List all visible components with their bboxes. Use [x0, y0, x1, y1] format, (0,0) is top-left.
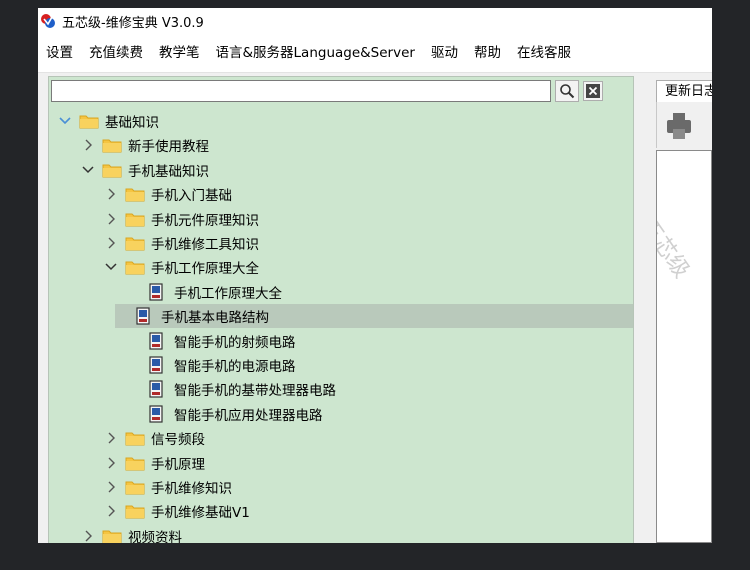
tree-item-label: 手机原理	[151, 457, 205, 473]
tree-item-folder[interactable]: 手机维修基础V1	[49, 499, 633, 523]
chevron-right-icon[interactable]	[82, 529, 94, 543]
folder-icon	[125, 211, 145, 227]
tree-item-folder[interactable]: 视频资料	[49, 524, 633, 543]
tree-item-label: 手机维修基础V1	[151, 505, 250, 521]
chevron-right-icon[interactable]	[105, 480, 117, 494]
tree-item-folder[interactable]: 手机工作原理大全	[49, 255, 633, 279]
tree-item-label: 信号频段	[151, 432, 205, 448]
folder-icon	[102, 162, 122, 178]
chevron-right-icon[interactable]	[105, 456, 117, 470]
document-icon	[148, 405, 168, 423]
chevron-right-icon[interactable]	[105, 431, 117, 445]
chevron-down-icon[interactable]	[59, 114, 71, 128]
content-toolbar	[656, 102, 712, 148]
folder-icon	[125, 259, 145, 275]
tree-item-label: 手机入门基础	[151, 188, 232, 204]
folder-icon	[125, 479, 145, 495]
search-row	[51, 80, 631, 104]
tree-item-folder[interactable]: 新手使用教程	[49, 133, 633, 157]
tree-item-folder[interactable]: 手机基础知识	[49, 158, 633, 182]
folder-icon	[125, 235, 145, 251]
tree-item-document[interactable]: 手机基本电路结构	[115, 304, 633, 328]
chevron-right-icon[interactable]	[105, 212, 117, 226]
tree-item-label: 手机基础知识	[128, 164, 209, 180]
chevron-right-icon[interactable]	[105, 504, 117, 518]
chevron-down-icon[interactable]	[105, 260, 117, 274]
tree-item-label: 手机基本电路结构	[161, 310, 269, 326]
folder-icon	[102, 528, 122, 543]
tree-item-document[interactable]: 智能手机应用处理器电路	[49, 402, 633, 426]
tree-item-label: 手机工作原理大全	[151, 261, 259, 277]
tree-item-label: 智能手机的电源电路	[174, 359, 296, 375]
tree-item-label: 智能手机应用处理器电路	[174, 408, 323, 424]
menu-item-6[interactable]: 在线客服	[509, 34, 579, 72]
menu-item-4[interactable]: 驱动	[423, 34, 466, 72]
title-bar: 五芯级-维修宝典 V3.0.9	[38, 8, 712, 34]
tree-item-folder[interactable]: 手机原理	[49, 451, 633, 475]
menu-item-0[interactable]: 设置	[38, 34, 81, 72]
folder-icon	[125, 455, 145, 471]
tree-item-label: 新手使用教程	[128, 139, 209, 155]
tree-item-folder[interactable]: 手机维修工具知识	[49, 231, 633, 255]
menu-item-5[interactable]: 帮助	[466, 34, 509, 72]
tree-item-folder[interactable]: 手机维修知识	[49, 475, 633, 499]
search-input[interactable]	[51, 80, 551, 102]
app-window: 五芯级-维修宝典 V3.0.9 设置 充值续费 教学笔 语言&服务器Language&…	[38, 8, 712, 543]
magnifier-icon	[560, 84, 575, 99]
chevron-down-icon[interactable]	[82, 163, 94, 177]
knowledge-tree: 基础知识 新手使用教程 手机基础知识 手机入门基础 手机元件原理知识 手机维修工具知识 手机…	[49, 109, 633, 543]
menu-item-1[interactable]: 充值续费	[81, 34, 151, 72]
tab-changelog[interactable]: 更新日志	[656, 80, 712, 102]
document-icon	[148, 332, 168, 350]
app-logo-icon	[40, 13, 56, 29]
tree-item-folder[interactable]: 信号频段	[49, 426, 633, 450]
tree-item-label: 基础知识	[105, 115, 159, 131]
folder-icon	[125, 430, 145, 446]
tree-item-document[interactable]: 智能手机的电源电路	[49, 353, 633, 377]
document-icon	[148, 380, 168, 398]
menu-bar: 设置 充值续费 教学笔 语言&服务器Language&Server 驱动 帮助 在线客服	[38, 34, 712, 73]
tree-item-label: 视频资料	[128, 530, 182, 543]
print-button[interactable]	[663, 110, 695, 142]
tree-item-label: 手机工作原理大全	[174, 286, 282, 302]
document-icon	[148, 356, 168, 374]
menu-item-2[interactable]: 教学笔	[151, 34, 208, 72]
print-icon	[667, 113, 691, 139]
document-icon	[135, 307, 155, 325]
chevron-right-icon[interactable]	[105, 236, 117, 250]
folder-icon	[102, 137, 122, 153]
tree-item-folder[interactable]: 手机元件原理知识	[49, 207, 633, 231]
knowledge-tree-panel: 基础知识 新手使用教程 手机基础知识 手机入门基础 手机元件原理知识 手机维修工具知识 手机…	[48, 76, 634, 543]
content-panel: 更新日志 五芯级	[656, 76, 712, 543]
tree-item-folder[interactable]: 手机入门基础	[49, 182, 633, 206]
tree-item-label: 智能手机的基带处理器电路	[174, 383, 336, 399]
menu-item-3[interactable]: 语言&服务器Language&Server	[208, 34, 423, 72]
chevron-right-icon[interactable]	[82, 138, 94, 152]
tree-item-label: 手机维修知识	[151, 481, 232, 497]
tree-item-document[interactable]: 手机工作原理大全	[49, 280, 633, 304]
folder-icon	[125, 186, 145, 202]
document-icon	[148, 283, 168, 301]
close-x-icon	[586, 84, 600, 98]
tree-item-folder[interactable]: 基础知识	[49, 109, 633, 133]
tree-item-document[interactable]: 智能手机的射频电路	[49, 329, 633, 353]
window-title: 五芯级-维修宝典 V3.0.9	[62, 15, 204, 31]
search-button[interactable]	[555, 80, 579, 102]
folder-icon	[79, 113, 99, 129]
clear-search-button[interactable]	[583, 81, 603, 101]
chevron-right-icon[interactable]	[105, 187, 117, 201]
tree-item-label: 智能手机的射频电路	[174, 335, 296, 351]
tree-item-document[interactable]: 智能手机的基带处理器电路	[49, 377, 633, 401]
watermark-text: 五芯级	[656, 214, 694, 283]
tree-item-label: 手机元件原理知识	[151, 213, 259, 229]
document-view[interactable]: 五芯级	[656, 150, 712, 543]
folder-icon	[125, 503, 145, 519]
tree-item-label: 手机维修工具知识	[151, 237, 259, 253]
